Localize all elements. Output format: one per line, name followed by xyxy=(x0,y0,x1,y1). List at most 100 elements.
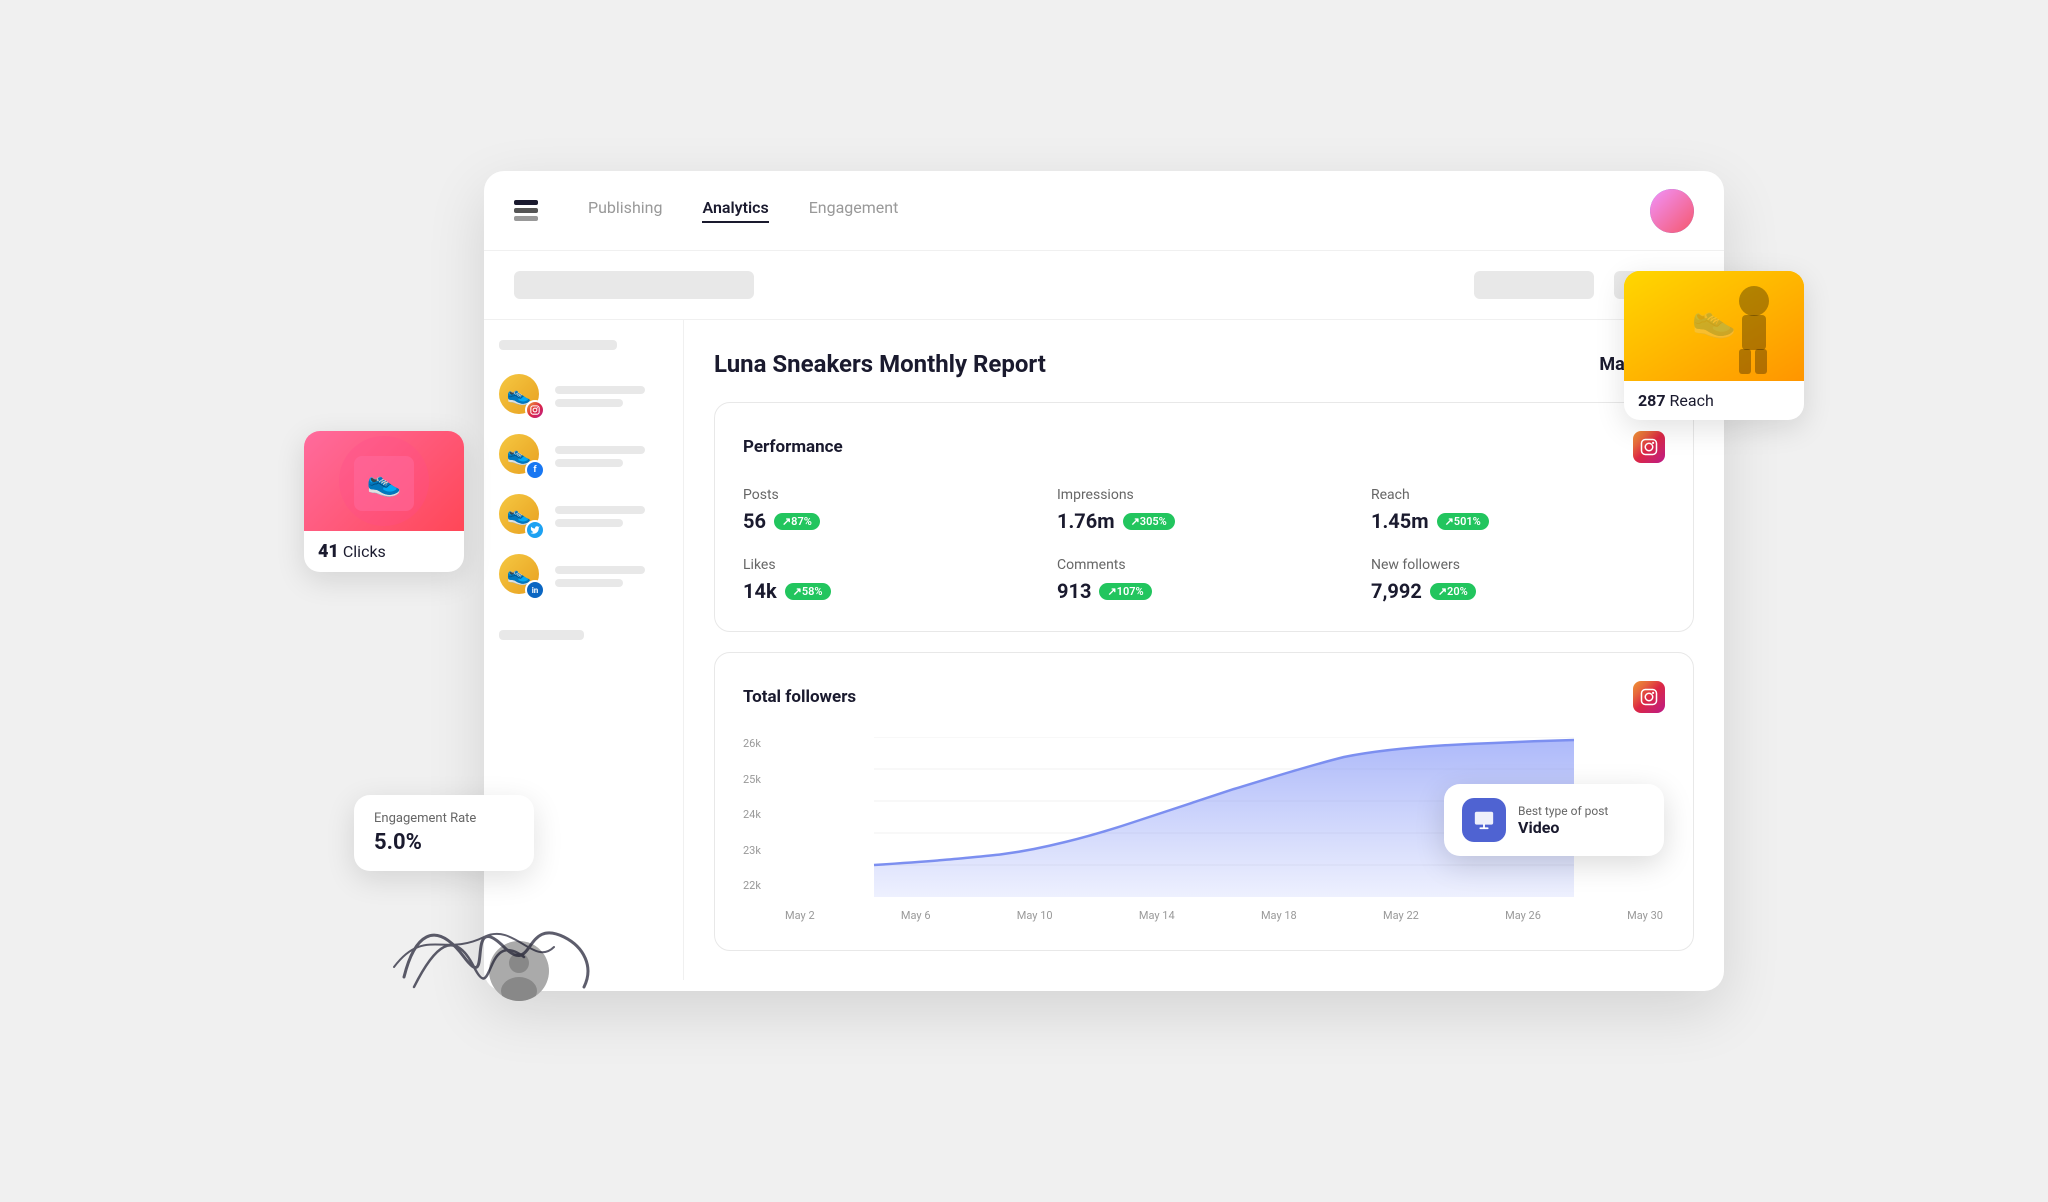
skeleton-bar-1 xyxy=(514,271,754,299)
app-card: Publishing Analytics Engagement xyxy=(484,171,1724,991)
sidebar-twitter-lines xyxy=(555,506,668,527)
best-post-label: Best type of post xyxy=(1518,804,1608,818)
performance-card: Performance Posts xyxy=(714,402,1694,632)
performance-card-header: Performance xyxy=(743,431,1665,463)
metric-impressions: Impressions 1.76m ↗305% xyxy=(1057,487,1351,533)
sub-nav xyxy=(484,251,1724,320)
sidebar-item-linkedin[interactable]: 👟 in xyxy=(499,554,668,598)
instagram-badge xyxy=(525,400,545,420)
report-header: Luna Sneakers Monthly Report May · 1– 31 xyxy=(714,350,1694,378)
sidebar-skeleton-top xyxy=(499,340,617,350)
metric-likes-value: 14k xyxy=(743,579,777,603)
engagement-value: 5.0% xyxy=(374,830,514,855)
x-label-may30: May 30 xyxy=(1627,909,1663,922)
metric-comments-value: 913 xyxy=(1057,579,1091,603)
decorative-scribble xyxy=(384,897,604,1021)
scribble-svg xyxy=(384,897,604,1017)
reach-display: 287 Reach xyxy=(1638,391,1714,410)
x-label-may26: May 26 xyxy=(1505,909,1541,922)
metric-posts: Posts 56 ↗87% xyxy=(743,487,1037,533)
chart-instagram-icon xyxy=(1633,681,1665,713)
floating-engagement-card: Engagement Rate 5.0% xyxy=(354,795,534,871)
metric-new-followers-value: 7,992 xyxy=(1371,579,1422,603)
metric-comments-label: Comments xyxy=(1057,557,1351,573)
sidebar-skeleton-bottom xyxy=(499,630,584,640)
floating-reach-card: 👟 287 Reach xyxy=(1624,271,1804,420)
app-logo[interactable] xyxy=(514,200,538,221)
sidebar-item-facebook[interactable]: 👟 f xyxy=(499,434,668,478)
tab-publishing[interactable]: Publishing xyxy=(588,198,662,223)
svg-text:👟: 👟 xyxy=(1692,298,1737,340)
main-content: 👟 👟 xyxy=(484,320,1724,980)
x-label-may10: May 10 xyxy=(1017,909,1053,922)
x-label-may2: May 2 xyxy=(785,909,815,922)
sidebar-item-instagram[interactable]: 👟 xyxy=(499,374,668,418)
metric-impressions-label: Impressions xyxy=(1057,487,1351,503)
metric-new-followers: New followers 7,992 ↗20% xyxy=(1371,557,1665,603)
sidebar-item-twitter[interactable]: 👟 xyxy=(499,494,668,538)
y-label-26k: 26k xyxy=(743,737,773,750)
floating-clicks-card: 👟 41 Clicks xyxy=(304,431,464,572)
metric-likes-label: Likes xyxy=(743,557,1037,573)
metric-reach-value: 1.45m xyxy=(1371,509,1429,533)
metric-likes: Likes 14k ↗58% xyxy=(743,557,1037,603)
metric-posts-label: Posts xyxy=(743,487,1037,503)
tab-engagement[interactable]: Engagement xyxy=(809,198,899,223)
y-label-25k: 25k xyxy=(743,773,773,786)
chart-x-axis: May 2 May 6 May 10 May 14 May 18 May 22 … xyxy=(783,909,1665,922)
nav-bar: Publishing Analytics Engagement xyxy=(484,171,1724,251)
tab-analytics[interactable]: Analytics xyxy=(702,198,768,223)
best-post-text: Best type of post Video xyxy=(1518,804,1608,837)
metrics-grid: Posts 56 ↗87% Impressions 1.76m ↗305% xyxy=(743,487,1665,603)
metric-reach-label: Reach xyxy=(1371,487,1665,503)
sidebar: 👟 👟 xyxy=(484,320,684,980)
sidebar-facebook-lines xyxy=(555,446,668,467)
performance-title: Performance xyxy=(743,437,843,457)
clicks-label-area: 41 Clicks xyxy=(304,531,464,572)
y-label-22k: 22k xyxy=(743,879,773,892)
x-label-may14: May 14 xyxy=(1139,909,1175,922)
content-area: Luna Sneakers Monthly Report May · 1– 31… xyxy=(684,320,1724,980)
twitter-badge xyxy=(525,520,545,540)
skeleton-bar-2 xyxy=(1474,271,1594,299)
floating-best-post-card: Best type of post Video xyxy=(1444,784,1664,856)
facebook-badge: f xyxy=(525,460,545,480)
metric-posts-badge: ↗87% xyxy=(774,513,820,530)
best-post-icon xyxy=(1462,798,1506,842)
best-post-value: Video xyxy=(1518,818,1608,837)
y-label-23k: 23k xyxy=(743,844,773,857)
metric-reach: Reach 1.45m ↗501% xyxy=(1371,487,1665,533)
clicks-text: Clicks xyxy=(343,542,386,561)
metric-new-followers-badge: ↗20% xyxy=(1430,583,1476,600)
metric-reach-badge: ↗501% xyxy=(1437,513,1489,530)
report-title: Luna Sneakers Monthly Report xyxy=(714,350,1046,378)
metric-likes-badge: ↗58% xyxy=(785,583,831,600)
sidebar-linkedin-lines xyxy=(555,566,668,587)
reach-decorative: 👟 xyxy=(1624,271,1804,381)
engagement-label: Engagement Rate xyxy=(374,811,514,826)
nav-tabs: Publishing Analytics Engagement xyxy=(588,198,1650,223)
svg-text:👟: 👟 xyxy=(367,465,402,498)
x-label-may6: May 6 xyxy=(901,909,931,922)
chart-title: Total followers xyxy=(743,687,856,707)
chart-y-axis: 26k 25k 24k 23k 22k xyxy=(743,737,773,922)
metric-comments: Comments 913 ↗107% xyxy=(1057,557,1351,603)
reach-image: 👟 xyxy=(1624,271,1804,381)
clicks-image: 👟 xyxy=(304,431,464,531)
reach-label-area: 287 Reach xyxy=(1624,381,1804,420)
sidebar-instagram-lines xyxy=(555,386,668,407)
metric-impressions-value: 1.76m xyxy=(1057,509,1115,533)
clicks-number: 41 xyxy=(318,541,339,562)
metric-comments-badge: ↗107% xyxy=(1099,583,1151,600)
x-label-may18: May 18 xyxy=(1261,909,1297,922)
performance-instagram-icon xyxy=(1633,431,1665,463)
metric-impressions-badge: ↗305% xyxy=(1123,513,1175,530)
clicks-decorative-image: 👟 xyxy=(324,436,444,526)
metric-new-followers-label: New followers xyxy=(1371,557,1665,573)
linkedin-badge: in xyxy=(525,580,545,600)
chart-card-header: Total followers xyxy=(743,681,1665,713)
x-label-may22: May 22 xyxy=(1383,909,1419,922)
user-avatar[interactable] xyxy=(1650,189,1694,233)
y-label-24k: 24k xyxy=(743,808,773,821)
metric-posts-value: 56 xyxy=(743,509,766,533)
